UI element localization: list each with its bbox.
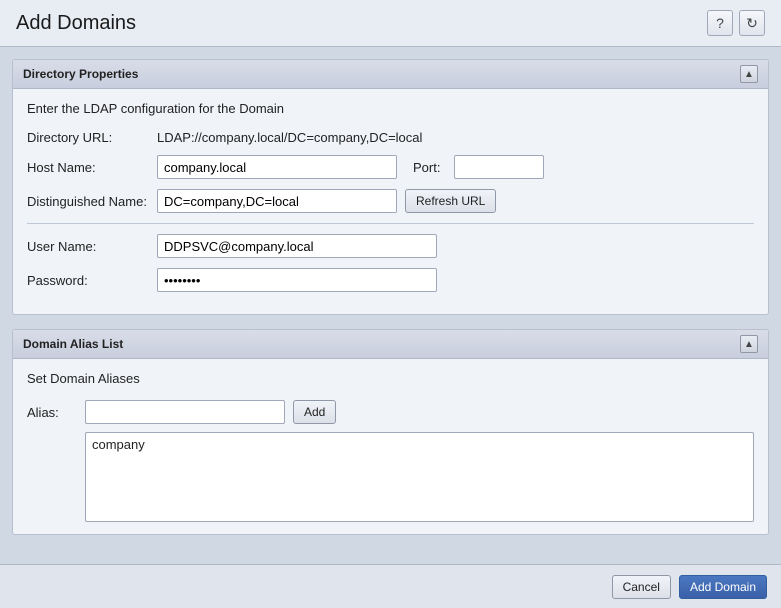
directory-url-row: Directory URL: LDAP://company.local/DC=c…	[27, 130, 754, 145]
add-alias-button[interactable]: Add	[293, 400, 336, 424]
alias-list[interactable]: company	[85, 432, 754, 522]
directory-properties-panel: Directory Properties ▲ Enter the LDAP co…	[12, 59, 769, 315]
directory-properties-body: Enter the LDAP configuration for the Dom…	[13, 89, 768, 314]
user-name-row: User Name:	[27, 234, 754, 258]
distinguished-name-label: Distinguished Name:	[27, 194, 157, 209]
password-label: Password:	[27, 273, 157, 288]
directory-properties-collapse-btn[interactable]: ▲	[740, 65, 758, 83]
password-row: Password:	[27, 268, 754, 292]
form-divider	[27, 223, 754, 224]
directory-url-value: LDAP://company.local/DC=company,DC=local	[157, 130, 422, 145]
title-bar: Add Domains ? ↻	[0, 0, 781, 47]
alias-label: Alias:	[27, 405, 77, 420]
footer-bar: Cancel Add Domain	[0, 564, 781, 608]
domain-alias-description: Set Domain Aliases	[27, 371, 754, 386]
domain-alias-title: Domain Alias List	[23, 337, 123, 351]
user-name-label: User Name:	[27, 239, 157, 254]
user-name-input[interactable]	[157, 234, 437, 258]
main-content: Directory Properties ▲ Enter the LDAP co…	[0, 47, 781, 547]
domain-alias-header: Domain Alias List ▲	[13, 330, 768, 359]
domain-alias-panel: Domain Alias List ▲ Set Domain Aliases A…	[12, 329, 769, 535]
host-name-input[interactable]	[157, 155, 397, 179]
main-scroll-area: Directory Properties ▲ Enter the LDAP co…	[0, 47, 781, 564]
cancel-button[interactable]: Cancel	[612, 575, 671, 599]
password-input[interactable]	[157, 268, 437, 292]
directory-url-label: Directory URL:	[27, 130, 157, 145]
page-title: Add Domains	[16, 12, 136, 35]
refresh-button[interactable]: ↻	[739, 10, 765, 36]
distinguished-name-row: Distinguished Name: Refresh URL	[27, 189, 754, 213]
alias-input-row: Alias: Add	[27, 400, 754, 424]
alias-input[interactable]	[85, 400, 285, 424]
host-name-row: Host Name: Port:	[27, 155, 754, 179]
refresh-url-button[interactable]: Refresh URL	[405, 189, 496, 213]
domain-alias-body: Set Domain Aliases Alias: Add company	[13, 359, 768, 534]
directory-properties-title: Directory Properties	[23, 67, 138, 81]
add-domain-button[interactable]: Add Domain	[679, 575, 767, 599]
help-button[interactable]: ?	[707, 10, 733, 36]
directory-properties-header: Directory Properties ▲	[13, 60, 768, 89]
title-icons: ? ↻	[707, 10, 765, 36]
port-label: Port:	[413, 160, 440, 175]
hostname-row-inputs: Port:	[157, 155, 544, 179]
distinguished-name-inputs: Refresh URL	[157, 189, 496, 213]
alias-list-item: company	[92, 437, 747, 452]
distinguished-name-input[interactable]	[157, 189, 397, 213]
directory-properties-description: Enter the LDAP configuration for the Dom…	[27, 101, 754, 116]
port-input[interactable]	[454, 155, 544, 179]
host-name-label: Host Name:	[27, 160, 157, 175]
domain-alias-collapse-btn[interactable]: ▲	[740, 335, 758, 353]
